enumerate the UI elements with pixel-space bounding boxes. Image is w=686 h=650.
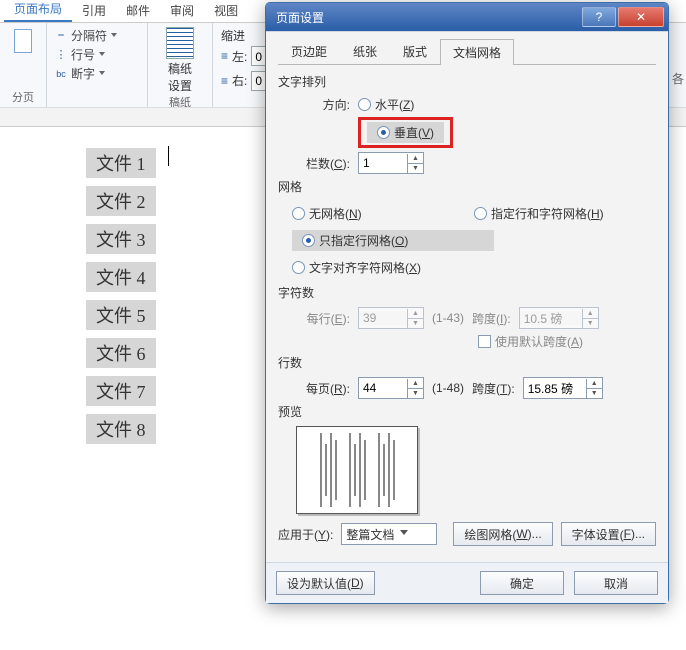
tab-paper[interactable]: 纸张 — [340, 38, 390, 64]
text-arrange-title: 文字排列 — [278, 73, 656, 90]
doc-line[interactable]: 文件 2 — [86, 186, 156, 216]
page-break-icon — [14, 29, 32, 53]
orientation-vertical-highlight: 垂直(V) — [358, 117, 453, 148]
set-default-button[interactable]: 设为默认值(D) — [276, 571, 375, 595]
indent-right-icon: ≡ — [221, 74, 228, 88]
text-cursor — [168, 146, 169, 166]
chars-title: 字符数 — [278, 284, 656, 301]
apply-to-select[interactable]: 整篇文档 — [341, 523, 437, 545]
tab-references[interactable]: 引用 — [72, 0, 116, 22]
separator-menu[interactable]: ⎯分隔符 — [55, 27, 139, 44]
tab-review[interactable]: 审阅 — [160, 0, 204, 22]
hyphenation-menu[interactable]: bc断字 — [55, 65, 139, 82]
chars-per-line-label: 每行(E): — [296, 310, 350, 327]
chars-range: (1-43) — [432, 311, 464, 325]
use-default-pitch-checkbox: 使用默认跨度(A) — [478, 333, 583, 350]
orientation-vertical-radio[interactable]: 垂直(V) — [367, 122, 444, 143]
indent-left-icon: ≡ — [221, 49, 228, 63]
tab-document-grid[interactable]: 文档网格 — [440, 39, 514, 65]
doc-line[interactable]: 文件 3 — [86, 224, 156, 254]
dialog-footer: 设为默认值(D) 确定 取消 — [266, 562, 668, 603]
line-pitch-label: 跨度(T): — [472, 380, 515, 397]
tab-layout[interactable]: 版式 — [390, 38, 440, 64]
line-pitch-stepper[interactable]: ▲▼ — [523, 377, 603, 399]
cancel-button[interactable]: 取消 — [574, 571, 658, 595]
tab-mailings[interactable]: 邮件 — [116, 0, 160, 22]
dialog-title: 页面设置 — [276, 9, 580, 26]
char-pitch-stepper: ▲▼ — [519, 307, 599, 329]
grid-rowchar-radio[interactable]: 指定行和字符网格(H) — [474, 205, 656, 222]
preview-pane — [296, 426, 418, 514]
preview-title: 预览 — [278, 403, 656, 420]
font-settings-button[interactable]: 字体设置(F)... — [561, 522, 656, 546]
doc-line[interactable]: 文件 6 — [86, 338, 156, 368]
lines-range: (1-48) — [432, 381, 464, 395]
page-setup-dialog: 页面设置 ? ✕ 页边距 纸张 版式 文档网格 文字排列 方向: 水平(Z) 垂… — [265, 2, 669, 604]
draft-icon — [166, 27, 194, 59]
columns-stepper[interactable]: ▲▼ — [358, 152, 424, 174]
columns-label: 栏数(C): — [296, 155, 350, 172]
orientation-label: 方向: — [296, 96, 350, 113]
dialog-tabs: 页边距 纸张 版式 文档网格 — [278, 38, 656, 65]
apply-to-label: 应用于(Y): — [278, 526, 333, 543]
draft-settings-button[interactable]: 稿纸 设置 — [166, 27, 194, 94]
grid-row-radio[interactable]: 只指定行网格(O) — [292, 230, 494, 251]
char-pitch-label: 跨度(I): — [472, 310, 511, 327]
doc-line[interactable]: 文件 7 — [86, 376, 156, 406]
doc-line[interactable]: 文件 4 — [86, 262, 156, 292]
dialog-titlebar[interactable]: 页面设置 ? ✕ — [266, 3, 668, 31]
tab-page-layout[interactable]: 页面布局 — [4, 0, 72, 22]
stray-text: 各 — [672, 70, 684, 87]
doc-line[interactable]: 文件 5 — [86, 300, 156, 330]
page-break-button[interactable]: 分页 — [8, 89, 38, 105]
line-number-menu[interactable]: ⋮行号 — [55, 46, 139, 63]
page-content[interactable]: 文件 1 文件 2 文件 3 文件 4 文件 5 文件 6 文件 7 文件 8 — [86, 140, 256, 452]
doc-line[interactable]: 文件 1 — [86, 148, 156, 178]
grid-align-radio[interactable]: 文字对齐字符网格(X) — [292, 259, 474, 276]
ok-button[interactable]: 确定 — [480, 571, 564, 595]
lines-per-page-label: 每页(R): — [296, 380, 350, 397]
close-button[interactable]: ✕ — [618, 7, 664, 27]
tab-view[interactable]: 视图 — [204, 0, 248, 22]
draw-grid-button[interactable]: 绘图网格(W)... — [453, 522, 552, 546]
doc-line[interactable]: 文件 8 — [86, 414, 156, 444]
lines-per-page-stepper[interactable]: ▲▼ — [358, 377, 424, 399]
orientation-horizontal-radio[interactable]: 水平(Z) — [358, 96, 414, 113]
grid-none-radio[interactable]: 无网格(N) — [292, 205, 474, 222]
chars-per-line-stepper: ▲▼ — [358, 307, 424, 329]
tab-margins[interactable]: 页边距 — [278, 38, 340, 64]
help-button[interactable]: ? — [582, 7, 616, 27]
grid-title: 网格 — [278, 178, 656, 195]
lines-title: 行数 — [278, 354, 656, 371]
